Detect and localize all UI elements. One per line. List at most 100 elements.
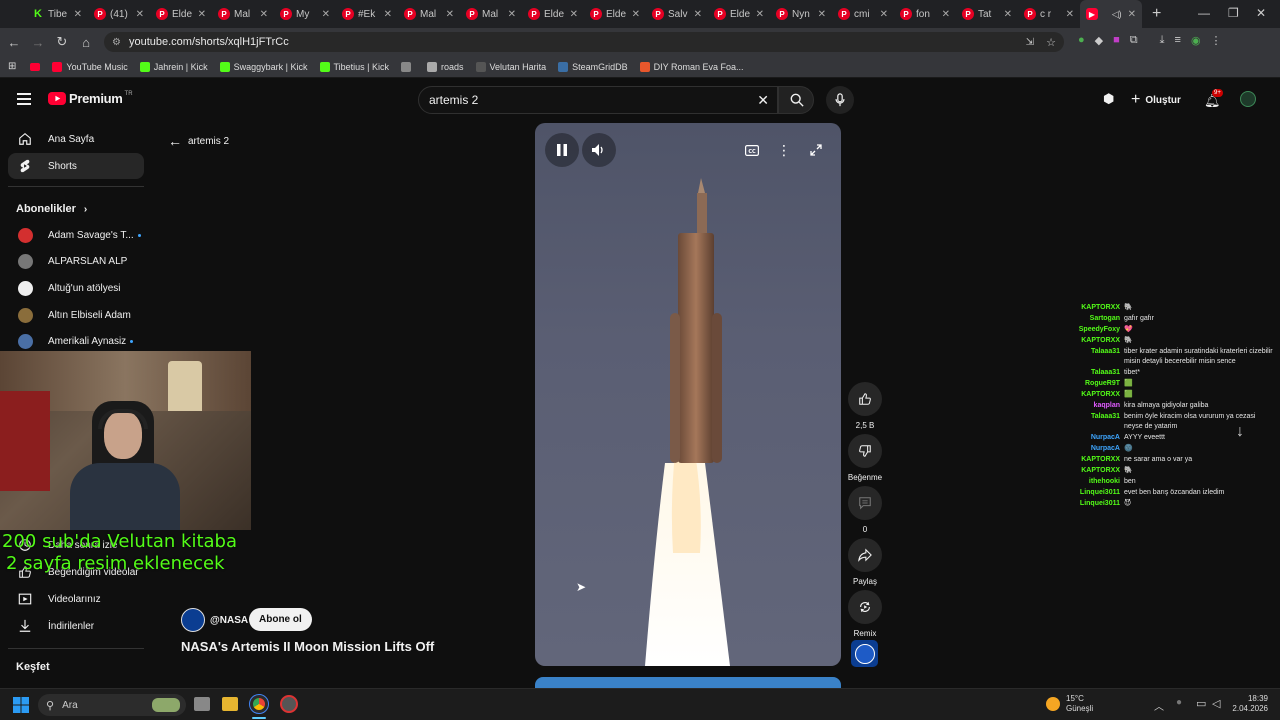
close-tab-icon[interactable]: ✕ xyxy=(446,9,454,20)
install-icon[interactable]: ⇲ xyxy=(1026,37,1034,48)
sidebar-item-shorts[interactable]: Shorts xyxy=(8,153,144,179)
extension-icon[interactable]: ■ xyxy=(1113,34,1120,47)
puzzle-icon[interactable]: ⧉ xyxy=(1130,34,1138,47)
hamburger-menu-icon[interactable] xyxy=(17,93,31,105)
close-tab-icon[interactable]: ✕ xyxy=(198,9,206,20)
youtube-logo[interactable]: Premium TR xyxy=(48,91,133,106)
back-icon[interactable]: ← xyxy=(2,35,26,50)
app-icon[interactable] xyxy=(280,695,298,713)
chat-username[interactable]: Sartogan xyxy=(1060,314,1124,324)
remix-button[interactable] xyxy=(848,590,882,624)
weather-widget[interactable]: 15°C Güneşli xyxy=(1066,694,1093,714)
browser-tab[interactable]: P Elde ✕ xyxy=(150,0,212,28)
close-tab-icon[interactable]: ✕ xyxy=(756,9,764,20)
mic-tray-icon[interactable]: ● xyxy=(1176,697,1182,708)
chat-username[interactable]: Linquei3011 xyxy=(1060,488,1124,498)
browser-tab[interactable]: Pfon ✕ xyxy=(894,0,956,28)
reload-icon[interactable]: ↻ xyxy=(50,34,74,50)
browser-tab[interactable]: P Mal ✕ xyxy=(212,0,274,28)
url-bar[interactable]: ⚙ youtube.com/shorts/xqlH1jFTrCc ⇲ ☆ xyxy=(104,32,1064,52)
close-window-button[interactable]: ✕ xyxy=(1256,6,1266,20)
share-button[interactable] xyxy=(848,538,882,572)
account-avatar[interactable] xyxy=(1240,91,1256,107)
more-options-button[interactable]: ⋮ xyxy=(767,133,801,167)
minimize-button[interactable]: — xyxy=(1198,6,1210,20)
comments-action[interactable]: 0 xyxy=(845,486,885,534)
browser-tab[interactable]: P My ✕ xyxy=(274,0,336,28)
apps-icon[interactable]: ⊞ xyxy=(8,61,16,72)
clock[interactable]: 18:39 2.04.2026 xyxy=(1230,694,1268,714)
profile-avatar[interactable]: ◉ xyxy=(1191,34,1201,47)
browser-tab[interactable]: P #Ek ✕ xyxy=(336,0,398,28)
chat-username[interactable]: NurpacA xyxy=(1060,444,1124,454)
share-action[interactable]: Paylaş xyxy=(845,538,885,586)
reading-list-icon[interactable]: ≡ xyxy=(1175,34,1181,47)
close-tab-icon[interactable]: ✕ xyxy=(694,9,702,20)
channel-handle[interactable]: @NASA xyxy=(210,615,248,626)
download-icon[interactable]: ⤓ xyxy=(1160,34,1165,47)
sidebar-item-home[interactable]: Ana Sayfa xyxy=(8,126,144,152)
close-tab-icon[interactable]: ✕ xyxy=(1128,9,1136,20)
clear-search-icon[interactable]: ✕ xyxy=(757,87,769,113)
browser-tab[interactable]: P Mal ✕ xyxy=(460,0,522,28)
close-tab-icon[interactable]: ✕ xyxy=(1066,9,1074,20)
tab-audio-icon[interactable]: ◁) xyxy=(1112,9,1122,20)
chat-username[interactable]: ithehooki xyxy=(1060,477,1124,487)
chrome-icon[interactable] xyxy=(249,694,269,714)
network-icon[interactable]: ▭ xyxy=(1196,697,1206,710)
youtube-bookmark-icon[interactable] xyxy=(30,62,41,71)
scroll-down-icon[interactable]: ↓ xyxy=(1236,423,1244,441)
close-tab-icon[interactable]: ✕ xyxy=(508,9,516,20)
new-tab-button[interactable]: + xyxy=(1152,5,1161,23)
close-tab-icon[interactable]: ✕ xyxy=(1004,9,1012,20)
browser-tab[interactable]: P (41) ✕ xyxy=(88,0,150,28)
browser-tab[interactable]: P Mal ✕ xyxy=(398,0,460,28)
browser-tab[interactable]: Pc r ✕ xyxy=(1018,0,1080,28)
chevron-up-icon[interactable]: ︿ xyxy=(1154,698,1164,713)
like-action[interactable]: 2,5 B xyxy=(845,382,885,430)
channel-avatar[interactable] xyxy=(181,608,205,632)
chat-username[interactable]: kaqplan xyxy=(1060,401,1124,411)
close-tab-icon[interactable]: ✕ xyxy=(322,9,330,20)
sidebar-item-your-videos[interactable]: Videolarınız xyxy=(8,586,144,612)
bookmark-item[interactable]: Jahrein | Kick xyxy=(139,61,208,72)
bookmark-item[interactable]: YouTube Music xyxy=(52,61,128,72)
browser-tab[interactable]: P Salv ✕ xyxy=(646,0,708,28)
chat-username[interactable]: Linquei3011 xyxy=(1060,499,1124,509)
cast-icon[interactable]: ⬢ xyxy=(1103,91,1114,107)
chat-username[interactable]: Talaaa31 xyxy=(1060,368,1124,378)
chat-username[interactable]: KAPTORXX xyxy=(1060,303,1124,313)
forward-icon[interactable]: → xyxy=(26,35,50,50)
close-tab-icon[interactable]: ✕ xyxy=(942,9,950,20)
browser-tab[interactable]: P Tat ✕ xyxy=(956,0,1018,28)
weather-icon[interactable] xyxy=(1046,697,1060,711)
chat-username[interactable]: KAPTORXX xyxy=(1060,466,1124,476)
close-tab-icon[interactable]: ✕ xyxy=(570,9,578,20)
dislike-button[interactable] xyxy=(848,434,882,468)
comments-button[interactable] xyxy=(848,486,882,520)
browser-tab[interactable]: K Tibe ✕ xyxy=(26,0,88,28)
subscription-item[interactable]: Altın Elbiseli Adam xyxy=(8,302,144,328)
bookmark-star-icon[interactable]: ☆ xyxy=(1046,36,1056,49)
chat-username[interactable]: RogueR9T xyxy=(1060,379,1124,389)
bookmark-item[interactable]: DIY Roman Eva Foa... xyxy=(639,61,744,72)
bookmark-item[interactable]: Tibetius | Kick xyxy=(319,61,389,72)
close-tab-icon[interactable]: ✕ xyxy=(136,9,144,20)
chat-username[interactable]: KAPTORXX xyxy=(1060,455,1124,465)
volume-button[interactable] xyxy=(582,133,616,167)
subscription-item[interactable]: Adam Savage's T... xyxy=(8,222,144,248)
browser-tab[interactable]: P Elde ✕ xyxy=(522,0,584,28)
bookmark-item[interactable]: Swaggybark | Kick xyxy=(219,61,308,72)
browser-tab[interactable]: P Nyn ✕ xyxy=(770,0,832,28)
file-explorer-icon[interactable] xyxy=(222,697,238,711)
speaker-icon[interactable]: ◁ xyxy=(1212,697,1220,710)
taskbar-search[interactable]: ⚲ Ara xyxy=(38,694,186,716)
search-input[interactable]: artemis 2 ✕ xyxy=(418,86,778,114)
voice-search-button[interactable] xyxy=(826,86,854,114)
close-tab-icon[interactable]: ✕ xyxy=(74,9,82,20)
windows-start-icon[interactable] xyxy=(13,697,29,713)
chat-username[interactable]: KAPTORXX xyxy=(1060,390,1124,400)
bookmark-item[interactable]: Velutan Harita xyxy=(475,61,546,72)
menu-icon[interactable]: ⋮ xyxy=(1211,34,1222,47)
captions-button[interactable]: CC xyxy=(735,133,769,167)
